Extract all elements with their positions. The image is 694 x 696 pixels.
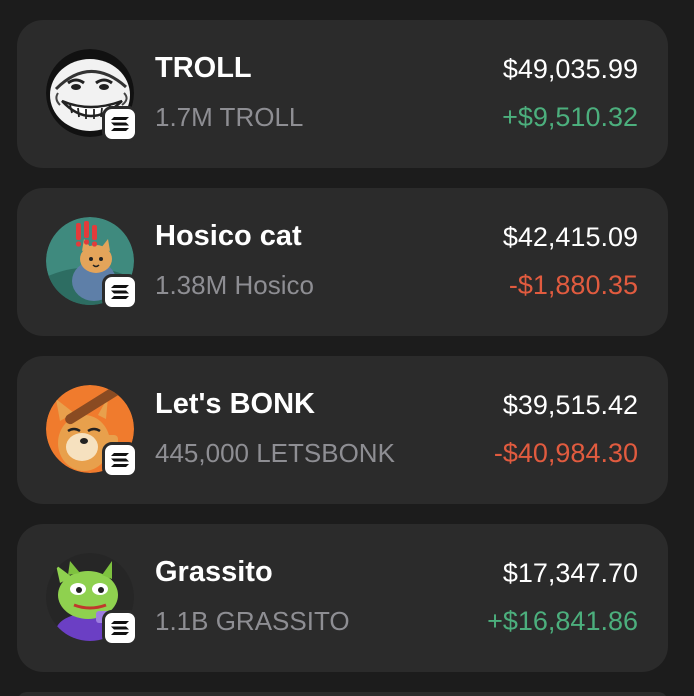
token-value: $39,515.42 xyxy=(502,390,638,420)
token-avatar xyxy=(46,217,138,310)
token-avatar xyxy=(46,385,138,478)
solana-icon xyxy=(102,106,138,142)
solana-icon xyxy=(102,610,138,646)
token-amount: 1.1B GRASSITO xyxy=(155,606,350,636)
token-amount: 445,000 LETSBONK xyxy=(155,438,395,468)
token-value: $49,035.99 xyxy=(502,54,638,84)
token-value: $42,415.09 xyxy=(502,222,638,252)
token-change: -$40,984.30 xyxy=(493,438,638,468)
solana-icon xyxy=(102,274,138,310)
token-row-hosico[interactable]: Hosico cat 1.38M Hosico $42,415.09 -$1,8… xyxy=(17,188,668,336)
token-name: Hosico cat xyxy=(155,220,302,252)
token-change: -$1,880.35 xyxy=(508,270,638,300)
token-name: TROLL xyxy=(155,52,252,84)
token-row-partial[interactable] xyxy=(17,692,668,696)
token-value: $17,347.70 xyxy=(502,558,638,588)
token-row-troll[interactable]: TROLL 1.7M TROLL $49,035.99 +$9,510.32 xyxy=(17,20,668,168)
token-name: Let's BONK xyxy=(155,388,315,420)
solana-icon xyxy=(102,442,138,478)
token-change: +$16,841.86 xyxy=(487,606,638,636)
token-change: +$9,510.32 xyxy=(502,102,638,132)
token-amount: 1.38M Hosico xyxy=(155,270,314,300)
token-name: Grassito xyxy=(155,556,273,588)
token-list: TROLL 1.7M TROLL $49,035.99 +$9,510.32 H… xyxy=(0,0,694,696)
token-row-letsbonk[interactable]: Let's BONK 445,000 LETSBONK $39,515.42 -… xyxy=(17,356,668,504)
token-avatar xyxy=(46,49,138,142)
token-amount: 1.7M TROLL xyxy=(155,102,304,132)
token-row-grassito[interactable]: Grassito 1.1B GRASSITO $17,347.70 +$16,8… xyxy=(17,524,668,672)
token-avatar xyxy=(46,553,138,646)
